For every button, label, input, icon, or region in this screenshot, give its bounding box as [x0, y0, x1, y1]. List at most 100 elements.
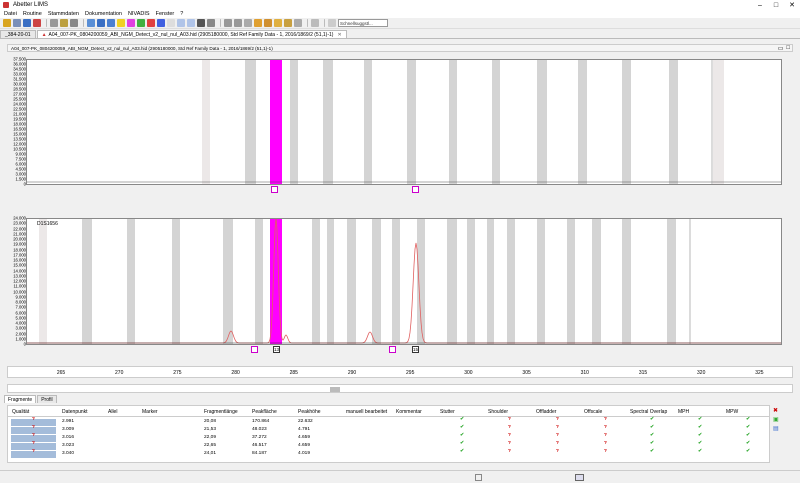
top-electropherogram[interactable] — [26, 59, 782, 185]
column-header[interactable]: Peakhöhe — [298, 409, 321, 415]
menu-datei[interactable]: Datei — [4, 11, 17, 17]
tag-icon[interactable] — [264, 19, 272, 27]
column-header[interactable]: Datenpunkt — [62, 409, 88, 415]
tab-profil[interactable]: Profil — [37, 395, 57, 403]
column-header[interactable]: Shoulder — [488, 409, 508, 415]
close-button[interactable]: ✕ — [784, 0, 800, 10]
sd-icon[interactable] — [197, 19, 205, 27]
cell-datenpunkt: 3.009 — [62, 427, 75, 432]
scrollbar-thumb[interactable] — [330, 387, 340, 392]
cell-flaeche: 84.187 — [252, 451, 267, 456]
question-icon: ? — [32, 417, 35, 422]
zoom-fit-icon[interactable] — [244, 19, 252, 27]
check-icon: ✔ — [746, 425, 751, 430]
color-magenta-icon[interactable] — [127, 19, 135, 27]
peak-icon[interactable] — [177, 19, 185, 27]
column-header[interactable]: manuell bearbeitet — [346, 409, 387, 415]
allele-marker[interactable] — [412, 186, 419, 193]
status-monitor-icon — [575, 474, 584, 481]
bottom-electropherogram[interactable]: D1S1656 — [26, 217, 782, 345]
table-row[interactable]: ? 3.040 24,01 84.187 4.019 ✔??? ✔ ✔ ✔ — [8, 449, 769, 458]
table-row[interactable]: ? 3.023 22,65 46.517 4.659 ✔??? ✔ ✔ ✔ — [8, 441, 769, 450]
quick-search-input[interactable]: Schnellsuggstl... — [338, 19, 388, 27]
column-header[interactable]: MPW — [726, 409, 738, 415]
color-red-icon[interactable] — [147, 19, 155, 27]
allele-bin — [82, 219, 92, 344]
table-row[interactable]: ? 3.016 22,09 37.272 4.659 ✔??? ✔ ✔ ✔ — [8, 433, 769, 442]
edit-icon[interactable] — [274, 19, 282, 27]
tab-384[interactable]: _384-20-01 — [0, 30, 36, 38]
menu-fenster[interactable]: Fenster — [156, 11, 175, 17]
menu-stammdaten[interactable]: Stammdaten — [48, 11, 79, 17]
column-header[interactable]: Kommentar — [396, 409, 422, 415]
column-header[interactable]: Stutter — [440, 409, 455, 415]
column-header[interactable]: Peakfläche — [252, 409, 277, 415]
arrow-right-icon[interactable] — [97, 19, 105, 27]
menu-nivadis[interactable]: NIVADIS — [128, 11, 150, 17]
grid-icon[interactable] — [167, 19, 175, 27]
zoom-in-icon[interactable] — [224, 19, 232, 27]
label-icon[interactable] — [254, 19, 262, 27]
menu-routine[interactable]: Routine — [23, 11, 42, 17]
lock-icon[interactable] — [70, 19, 78, 27]
color-blue-icon[interactable] — [157, 19, 165, 27]
column-header[interactable]: Offladder — [536, 409, 556, 415]
arrow-left-icon[interactable] — [87, 19, 95, 27]
refresh-icon[interactable] — [107, 19, 115, 27]
column-header[interactable]: Fragmentlänge — [204, 409, 238, 415]
delete-icon[interactable] — [33, 19, 41, 27]
allele-bin — [290, 60, 298, 184]
column-header[interactable]: MPH — [678, 409, 689, 415]
column-header[interactable]: Qualität — [12, 409, 29, 415]
check-icon: ✔ — [650, 433, 655, 438]
column-header[interactable]: Offscale — [584, 409, 602, 415]
x-tick-label: 275 — [173, 370, 182, 376]
minimize-panel-icon[interactable]: ▭ — [778, 45, 784, 52]
delete-row-icon[interactable]: ✖ — [773, 407, 779, 414]
allele-marker[interactable]: 15 — [412, 346, 420, 353]
allele-marker[interactable] — [389, 346, 396, 353]
column-header[interactable]: Spectral Overlap — [630, 409, 667, 415]
zoom-out-icon[interactable] — [234, 19, 242, 27]
table-row[interactable]: ? 3.009 21,53 48.023 4.791 ✔??? ✔ ✔ ✔ — [8, 425, 769, 434]
open-icon[interactable] — [3, 19, 11, 27]
view-icon[interactable] — [328, 19, 336, 27]
folder-icon[interactable] — [60, 19, 68, 27]
x-tick-label: 285 — [289, 370, 298, 376]
settings-icon[interactable] — [50, 19, 58, 27]
export-icon[interactable] — [311, 19, 319, 27]
close-icon[interactable]: ✕ — [337, 32, 341, 38]
column-header[interactable]: Marker — [142, 409, 158, 415]
maximize-panel-icon[interactable]: □ — [786, 45, 790, 52]
menu-dokumentation[interactable]: Dokumentation — [85, 11, 122, 17]
check-icon: ✔ — [698, 417, 703, 422]
color-yellow-icon[interactable] — [117, 19, 125, 27]
column-header[interactable]: Allel — [108, 409, 117, 415]
print-icon[interactable] — [23, 19, 31, 27]
allele-marker[interactable] — [251, 346, 258, 353]
export-table-icon[interactable]: ▤ — [773, 425, 779, 432]
marker-label: D1S1656 — [37, 221, 58, 227]
menu-help[interactable]: ? — [180, 11, 183, 17]
check-icon: ✔ — [460, 425, 465, 430]
allele-marker[interactable] — [271, 186, 278, 193]
save-icon[interactable] — [13, 19, 21, 27]
allele-bin — [372, 219, 381, 344]
toolbar-separator — [220, 19, 221, 27]
y-tick-label: 12.000 — [13, 278, 26, 284]
chart-icon[interactable] — [187, 19, 195, 27]
filter-icon[interactable] — [294, 19, 302, 27]
minimize-button[interactable]: – — [752, 0, 768, 10]
color-green-icon[interactable] — [137, 19, 145, 27]
maximize-button[interactable]: □ — [768, 0, 784, 10]
overlay-icon[interactable] — [207, 19, 215, 27]
note-icon[interactable] — [284, 19, 292, 27]
allele-marker[interactable]: 13 — [273, 346, 281, 353]
horizontal-scrollbar[interactable] — [7, 384, 793, 393]
table-row[interactable]: ? 2.991 20,08 170.864 22.632 ✔??? ✔ ✔ ✔ — [8, 417, 769, 426]
accept-icon[interactable]: ▣ — [773, 416, 779, 423]
cell-datenpunkt: 3.040 — [62, 451, 75, 456]
cell-fragment: 22,09 — [204, 435, 217, 440]
tab-fragmente[interactable]: Fragmente — [4, 395, 37, 403]
tab-a04[interactable]: ▲ A04_007-PK_0804200059_ABI_NGM_Detect_v2… — [36, 30, 347, 38]
